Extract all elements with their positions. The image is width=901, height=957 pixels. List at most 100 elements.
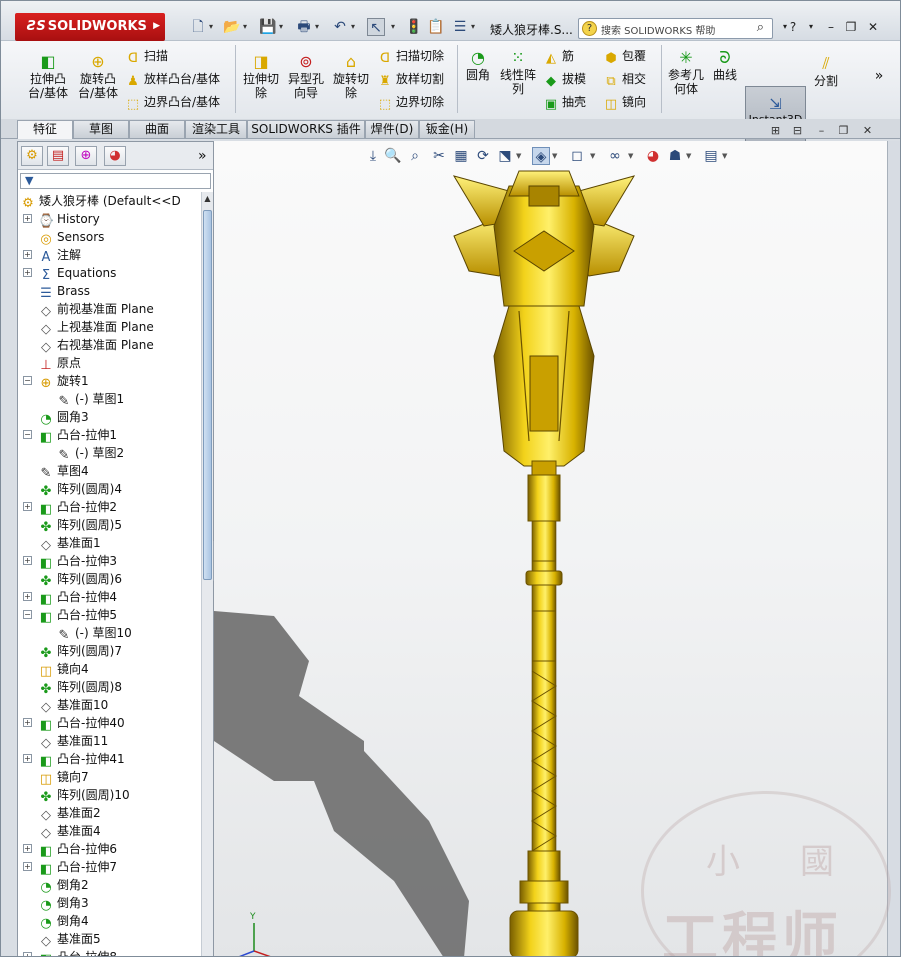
tree-item[interactable]: + ⌚ History [23, 210, 100, 229]
tree-item[interactable]: ◇ 基准面11 [38, 732, 108, 751]
select-dropdown-icon[interactable]: ▾ [391, 22, 395, 31]
tree-filter-input[interactable]: ▼ [20, 173, 211, 189]
save-icon[interactable]: 💾 [259, 18, 277, 36]
tree-item[interactable]: ◫ 镜向4 [38, 660, 89, 679]
undo-dropdown-icon[interactable]: ▾ [351, 22, 355, 31]
tile-vertical-icon[interactable]: ⊟ [791, 125, 804, 137]
tree-item[interactable]: ⊥ 原点 [38, 354, 81, 373]
undo-icon[interactable]: ↶ [331, 18, 349, 36]
solidworks-logo[interactable]: ƧS SOLIDWORKS ▶ [15, 13, 165, 41]
tree-item[interactable]: ⚙ 矮人狼牙棒 (Default<<D [20, 192, 181, 211]
tree-item[interactable]: + ◧ 凸台-拉伸41 [23, 750, 125, 769]
save-dropdown-icon[interactable]: ▾ [279, 22, 283, 31]
tree-item[interactable]: ☰ Brass [38, 282, 90, 301]
rib-button[interactable]: ◭ 筋 [543, 47, 574, 66]
revolve-cut-button[interactable]: ⌂ 旋转切 除 [329, 53, 373, 101]
tree-item[interactable]: ◔ 倒角2 [38, 876, 88, 895]
tree-item[interactable]: ◇ 基准面2 [38, 804, 101, 823]
tree-item[interactable]: ✎ (-) 草图1 [56, 390, 125, 409]
tree-item[interactable]: ✎ 草图4 [38, 462, 89, 481]
collapse-icon[interactable]: − [23, 430, 32, 439]
tab-sketch[interactable]: 草图 [73, 120, 129, 138]
collapse-icon[interactable]: − [23, 376, 32, 385]
tree-item[interactable]: + ◧ 凸台-拉伸2 [23, 498, 117, 517]
minimize-icon[interactable]: – [823, 20, 839, 34]
tile-horizontal-icon[interactable]: ⊞ [769, 125, 782, 137]
display-manager-tab-icon[interactable]: ◕ [104, 146, 126, 166]
tree-item[interactable]: ✤ 阵列(圆周)6 [38, 570, 122, 589]
tree-item[interactable]: ◇ 基准面4 [38, 822, 101, 841]
loft-cut-button[interactable]: ♜ 放样切割 [377, 70, 444, 89]
tree-item[interactable]: ◇ 基准面10 [38, 696, 108, 715]
tree-item[interactable]: ◔ 倒角4 [38, 912, 88, 931]
boundary-boss-button[interactable]: ⬚ 边界凸台/基体 [125, 93, 220, 112]
tree-item[interactable]: ◫ 镜向7 [38, 768, 89, 787]
search-icon[interactable]: ⌕ [757, 20, 764, 35]
open-folder-icon[interactable]: 📂 [223, 18, 241, 36]
select-arrow-icon[interactable]: ↖ [367, 18, 385, 36]
reference-geometry-button[interactable]: ✳ 参考几 何体 [665, 49, 707, 97]
tab-sheet-metal[interactable]: 钣金(H) [419, 120, 475, 138]
mace-model[interactable] [452, 170, 636, 957]
help-button[interactable]: ? [785, 20, 801, 34]
tree-item[interactable]: + ◧凸台-拉伸8 [23, 948, 117, 956]
wrap-button[interactable]: ⬢ 包覆 [603, 47, 646, 66]
mirror-button[interactable]: ◫ 镜向 [603, 93, 646, 112]
tree-item[interactable]: ◔ 圆角3 [38, 408, 88, 427]
tree-item[interactable]: ◇ 基准面5 [38, 930, 101, 949]
revolve-boss-button[interactable]: ⊕ 旋转凸 台/基体 [73, 53, 123, 101]
file-properties-icon[interactable]: 📋 [427, 18, 445, 36]
tree-item[interactable]: + ◧ 凸台-拉伸40 [23, 714, 125, 733]
ribbon-more-button[interactable]: » [869, 69, 889, 83]
help-dropdown-icon[interactable]: ▾ [803, 20, 819, 34]
tree-item[interactable]: ✤ 阵列(圆周)4 [38, 480, 122, 499]
print-dropdown-icon[interactable]: ▾ [315, 22, 319, 31]
expand-icon[interactable]: + [23, 556, 32, 565]
expand-icon[interactable]: + [23, 754, 32, 763]
configuration-manager-tab-icon[interactable]: ⊕ [75, 146, 97, 166]
scroll-thumb[interactable] [203, 210, 212, 580]
tree-item[interactable]: − ◧ 凸台-拉伸5 [23, 606, 117, 625]
property-manager-tab-icon[interactable]: ▤ [47, 146, 69, 166]
rebuild-traffic-light-icon[interactable]: 🚦 [405, 18, 423, 36]
expand-icon[interactable]: + [23, 862, 32, 871]
tab-render-tools[interactable]: 渲染工具 [185, 120, 247, 138]
expand-icon[interactable]: + [23, 952, 32, 956]
boundary-cut-button[interactable]: ⬚ 边界切除 [377, 93, 444, 112]
split-button[interactable]: ⫽ 分割 [809, 55, 843, 89]
doc-minimize-icon[interactable]: – [815, 125, 828, 137]
shell-button[interactable]: ▣ 抽壳 [543, 93, 586, 112]
new-dropdown-icon[interactable]: ▾ [209, 22, 213, 31]
collapse-icon[interactable]: − [23, 610, 32, 619]
tree-scrollbar[interactable]: ▲ [201, 192, 213, 956]
tree-item[interactable]: − ◧ 凸台-拉伸1 [23, 426, 117, 445]
expand-icon[interactable]: + [23, 502, 32, 511]
tree-item[interactable]: ◇ 基准面1 [38, 534, 101, 553]
sweep-cut-button[interactable]: ᗡ 扫描切除 [377, 47, 444, 66]
linear-pattern-button[interactable]: ⁙ 线性阵 列 [497, 49, 539, 97]
new-document-icon[interactable]: 🗋 [189, 18, 207, 36]
help-search-input[interactable]: ? 搜索 SOLIDWORKS 帮助 ⌕ [578, 18, 773, 39]
tree-item[interactable]: + ◧ 凸台-拉伸3 [23, 552, 117, 571]
draft-button[interactable]: ◆ 拔模 [543, 70, 586, 89]
tab-solidworks-addins[interactable]: SOLIDWORKS 插件 [247, 120, 365, 138]
hole-wizard-button[interactable]: ⊚ 异型孔 向导 [283, 53, 329, 101]
tree-item[interactable]: ◇ 前视基准面 Plane [38, 300, 154, 319]
tree-item[interactable]: ✎ (-) 草图2 [56, 444, 125, 463]
doc-restore-icon[interactable]: ❐ [837, 125, 850, 137]
tree-item[interactable]: + ◧ 凸台-拉伸6 [23, 840, 117, 859]
close-icon[interactable]: ✕ [865, 20, 881, 34]
tree-item[interactable]: ◎ Sensors [38, 228, 104, 247]
sweep-button[interactable]: ᗡ 扫描 [125, 47, 168, 66]
doc-close-icon[interactable]: ✕ [861, 125, 874, 137]
tree-item[interactable]: ✤ 阵列(圆周)5 [38, 516, 122, 535]
tree-item[interactable]: + ◧ 凸台-拉伸4 [23, 588, 117, 607]
tree-item[interactable]: + Σ Equations [23, 264, 116, 283]
tree-item[interactable]: + ◧ 凸台-拉伸7 [23, 858, 117, 877]
tab-surfaces[interactable]: 曲面 [129, 120, 185, 138]
expand-icon[interactable]: + [23, 718, 32, 727]
expand-icon[interactable]: + [23, 214, 32, 223]
extrude-cut-button[interactable]: ◨ 拉伸切 除 [239, 53, 283, 101]
tree-item[interactable]: + A 注解 [23, 246, 81, 265]
curves-button[interactable]: ᘐ 曲线 [709, 49, 741, 83]
